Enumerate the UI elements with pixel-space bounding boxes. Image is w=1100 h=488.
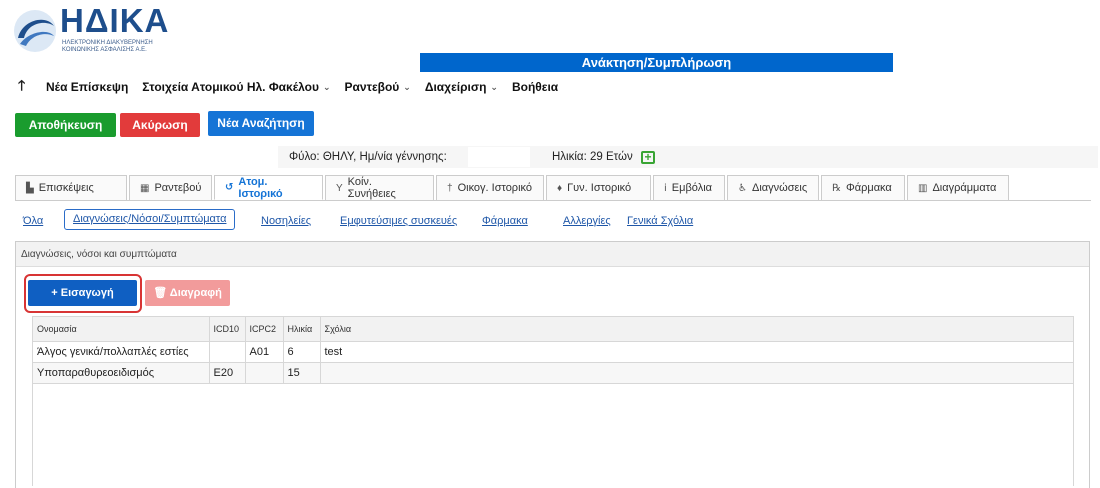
insert-button[interactable]: + Εισαγωγή [28, 280, 137, 306]
col-age[interactable]: Ηλικία [283, 317, 321, 342]
history-icon: ↺ [225, 182, 234, 193]
cell-icpc2 [245, 362, 284, 384]
tab-medications[interactable]: ℞ Φάρμακα [821, 175, 905, 200]
cell-age: 15 [283, 362, 321, 384]
tab-label: Διαγράμματα [932, 182, 997, 194]
tab-family-history[interactable]: † Οικογ. Ιστορικό [436, 175, 544, 200]
col-name[interactable]: Ονομασία [33, 317, 210, 342]
delete-button[interactable]: 🗑 Διαγραφή [145, 280, 230, 306]
tab-gyn-history[interactable]: ♦ Γυν. Ιστορικό [546, 175, 651, 200]
menu-new-visit[interactable]: Νέα Επίσκεψη [46, 80, 128, 94]
cell-icd10 [209, 341, 246, 363]
col-icd10[interactable]: ICD10 [209, 317, 246, 342]
table-row[interactable]: Άλγος γενικά/πολλαπλές εστίες A01 6 test [33, 341, 1073, 363]
header-blank-bar [420, 18, 903, 48]
tab-label: Επισκέψεις [38, 182, 94, 194]
table-header-row: Ονομασία ICD10 ICPC2 Ηλικία Σχόλια [33, 317, 1073, 342]
subnav-medications[interactable]: Φάρμακα [482, 215, 528, 227]
logo-subtitle: ΗΛΕΚΤΡΟΝΙΚΗ ΔΙΑΚΥΒΕΡΝΗΣΗ ΚΟΙΝΩΝΙΚΗΣ ΑΣΦΑ… [62, 40, 153, 53]
tab-label: Ραντεβού [154, 182, 202, 194]
tab-vaccines[interactable]: ⅰ Εμβόλια [653, 175, 725, 200]
subnav-hospitalizations[interactable]: Νοσηλείες [261, 215, 311, 227]
cell-comments: test [320, 341, 1073, 363]
glass-icon: Y [336, 182, 343, 194]
diagnoses-panel: Διαγνώσεις, νόσοι και συμπτώματα + Εισαγ… [15, 241, 1090, 488]
menu-ehr-data[interactable]: Στοιχεία Ατομικού Ηλ. Φακέλου ⌄ [142, 80, 330, 94]
tab-appointments[interactable]: ▦ Ραντεβού [129, 175, 212, 200]
calendar-icon: ▦ [140, 182, 150, 194]
patient-gender-dob: Φύλο: ΘΗΛΥ, Ημ/νία γέννησης: [289, 151, 447, 163]
subnav-implants[interactable]: Εμφυτεύσιμες συσκευές [340, 215, 457, 227]
tab-personal-history[interactable]: ↺ Ατομ. Ιστορικό [214, 175, 323, 200]
tab-label: Διαγνώσεις [751, 182, 808, 194]
logo-swirl-icon [14, 10, 56, 52]
cancel-button[interactable]: Ακύρωση [120, 113, 200, 137]
menu-label: Νέα Επίσκεψη [46, 80, 129, 94]
tab-label: Εμβόλια [671, 182, 712, 194]
female-icon: ♦ [557, 182, 563, 194]
menu-label: Βοήθεια [511, 80, 559, 94]
cell-name: Άλγος γενικά/πολλαπλές εστίες [33, 341, 210, 363]
cell-comments [320, 362, 1073, 384]
patient-dob-value [468, 147, 530, 167]
accessibility-icon: ♿ [738, 182, 747, 194]
menu-appointments[interactable]: Ραντεβού ⌄ [345, 80, 411, 94]
col-icpc2[interactable]: ICPC2 [245, 317, 284, 342]
chevron-down-icon: ⌄ [490, 81, 498, 92]
rx-icon: ℞ [832, 182, 841, 194]
tab-label: Κοίν. Συνήθειες [347, 176, 396, 200]
main-menu: 🡑 Νέα Επίσκεψη Στοιχεία Ατομικού Ηλ. Φακ… [18, 75, 558, 99]
tab-label: Οικογ. Ιστορικό [457, 182, 532, 194]
menu-management[interactable]: Διαχείριση ⌄ [425, 80, 498, 94]
subnav-diagnoses[interactable]: Διαγνώσεις/Νόσοι/Συμπτώματα [64, 209, 236, 230]
chart-icon: ▥ [918, 182, 928, 194]
patient-name-area [10, 146, 278, 168]
cell-age: 6 [283, 341, 321, 363]
cell-name: Υποπαραθυρεοειδισμός [33, 362, 210, 384]
history-subnav: Όλα Διαγνώσεις/Νόσοι/Συμπτώματα Νοσηλείε… [15, 201, 1091, 237]
tab-visits[interactable]: ▙ Επισκέψεις [15, 175, 127, 200]
subnav-general-notes[interactable]: Γενικά Σχόλια [627, 215, 693, 227]
add-folder-icon[interactable]: + [641, 151, 655, 164]
save-button[interactable]: Αποθήκευση [15, 113, 116, 137]
cell-icpc2: A01 [245, 341, 284, 363]
col-comments[interactable]: Σχόλια [320, 317, 1073, 342]
patient-age: Ηλικία: 29 Ετών [552, 151, 633, 163]
tab-diagnoses[interactable]: ♿ Διαγνώσεις [727, 175, 819, 200]
chevron-down-icon: ⌄ [403, 81, 411, 92]
cell-icd10: E20 [209, 362, 246, 384]
tab-label: Ατομ. Ιστορικό [238, 175, 283, 200]
subnav-allergies[interactable]: Αλλεργίες [563, 215, 611, 227]
visits-icon: ▙ [26, 182, 34, 194]
subnav-all[interactable]: Όλα [23, 215, 43, 227]
menu-label: Στοιχεία Ατομικού Ηλ. Φακέλου [142, 80, 319, 94]
tab-social-habits[interactable]: Y Κοίν. Συνήθειες [325, 175, 434, 200]
chevron-down-icon: ⌄ [323, 81, 331, 92]
tab-label: Γυν. Ιστορικό [567, 182, 632, 194]
diagnoses-table: Ονομασία ICD10 ICPC2 Ηλικία Σχόλια Άλγος… [32, 316, 1074, 486]
menu-label: Διαχείριση [424, 80, 487, 94]
logo-wordmark: ΗΔΙΚΑ [60, 2, 170, 39]
arrow-up-icon[interactable]: 🡑 [18, 75, 32, 99]
menu-help[interactable]: Βοήθεια [512, 80, 558, 94]
panel-title: Διαγνώσεις, νόσοι και συμπτώματα [16, 242, 1089, 267]
ideka-logo: ΗΔΙΚΑ ΗΛΕΚΤΡΟΝΙΚΗ ΔΙΑΚΥΒΕΡΝΗΣΗ ΚΟΙΝΩΝΙΚΗ… [12, 2, 172, 56]
page-title: Ανάκτηση/Συμπλήρωση [420, 53, 893, 72]
tab-label: Φάρμακα [845, 182, 892, 194]
person-icon: † [447, 182, 453, 194]
table-row[interactable]: Υποπαραθυρεοειδισμός E20 15 [33, 362, 1073, 384]
record-tabs: ▙ Επισκέψεις ▦ Ραντεβού ↺ Ατομ. Ιστορικό YΚ… [15, 175, 1011, 200]
syringe-icon: ⅰ [664, 182, 667, 194]
new-search-button[interactable]: Νέα Αναζήτηση [208, 111, 314, 136]
tab-charts[interactable]: ▥ Διαγράμματα [907, 175, 1009, 200]
menu-label: Ραντεβού [344, 80, 400, 94]
